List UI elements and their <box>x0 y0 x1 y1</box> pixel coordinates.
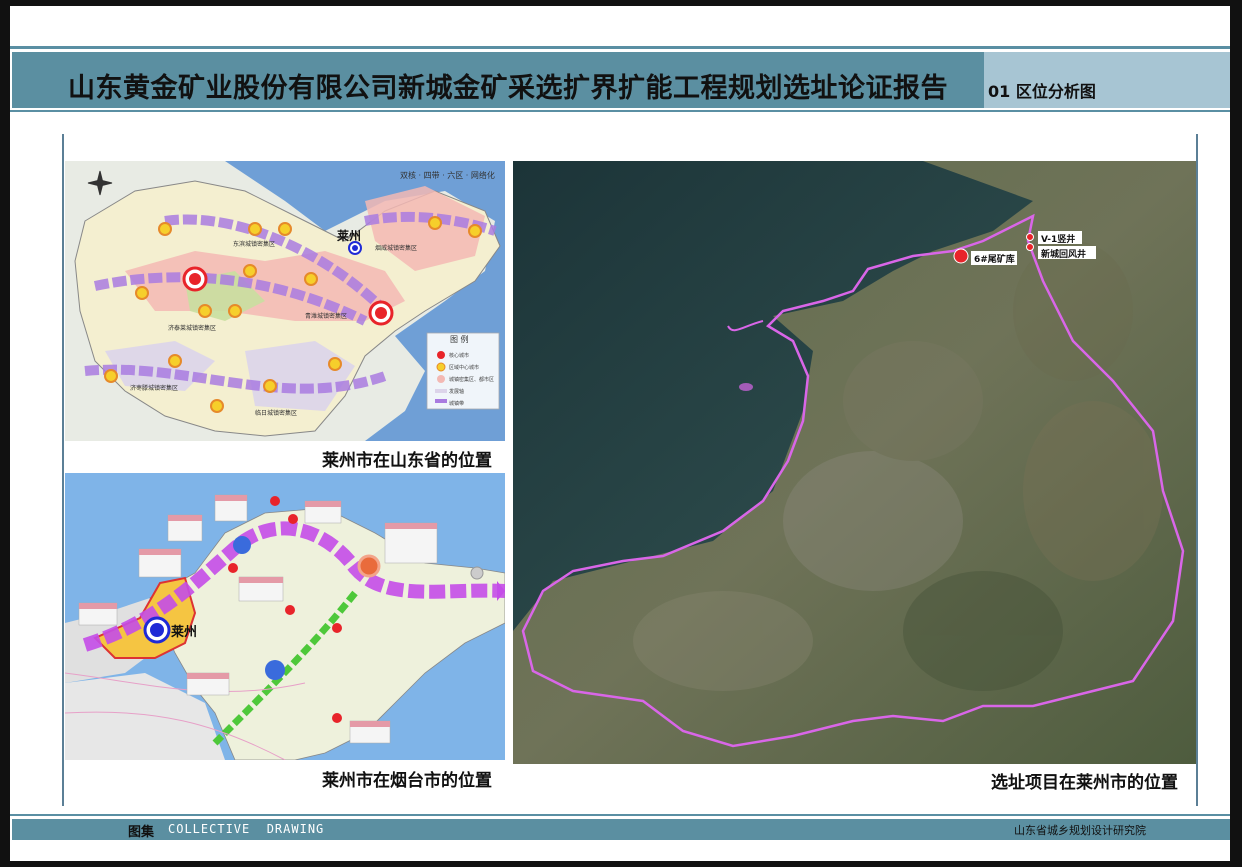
region-label: 青潍城镇密集区 <box>305 313 348 320</box>
satellite-graphic <box>513 161 1196 764</box>
laizhou-satellite-map: 6#尾矿库 V-1竖井 新城回风井 <box>513 161 1196 764</box>
legend-item: 核心城市 <box>449 353 470 359</box>
header-bottom-rule <box>10 110 1230 112</box>
footer-english: COLLECTIVE DRAWING <box>168 822 325 836</box>
legend-item: 城镇带 <box>449 401 465 407</box>
drawing-sheet: 山东黄金矿业股份有限公司新城金矿采选扩界扩能工程规划选址论证报告 01 区位分析… <box>10 6 1230 861</box>
map1-caption: 莱州市在山东省的位置 <box>322 451 492 471</box>
right-frame-line <box>1196 134 1198 806</box>
legend-item: 城镇密集区、都市区 <box>449 377 495 383</box>
footer-label: 图集 <box>128 825 155 840</box>
yantai-map-graphic <box>65 473 505 760</box>
map1-legend-title: 图 例 <box>450 335 469 344</box>
region-label: 烟威城镇密集区 <box>375 245 418 252</box>
legend-item: 发展轴 <box>449 389 465 395</box>
region-label: 东滨城镇密集区 <box>233 241 276 248</box>
map1-laizhou-label: 莱州 <box>337 229 362 243</box>
map2-caption: 莱州市在烟台市的位置 <box>322 771 492 791</box>
legend-item: 区域中心城市 <box>449 365 480 371</box>
header-top-rule <box>10 46 1230 49</box>
region-label: 济泰莱城镇密集区 <box>168 325 217 332</box>
tailings-pond-label: 6#尾矿库 <box>974 255 1015 265</box>
shandong-map-graphic <box>65 161 505 441</box>
map1-legend-items: 核心城市 区域中心城市 城镇密集区、都市区 发展轴 城镇带 <box>449 350 494 410</box>
map2-laizhou-label: 莱州 <box>171 625 198 640</box>
shaft-label: V-1竖井 <box>1041 235 1076 245</box>
page-subtitle: 01 区位分析图 <box>988 82 1096 101</box>
return-air-shaft-label: 新城回风井 <box>1041 250 1087 260</box>
map3-caption: 选址项目在莱州市的位置 <box>991 773 1178 793</box>
shandong-map: 双核 · 四带 · 六区 · 网络化 莱州 图 例 核心城市 区域中心城市 城镇… <box>65 161 505 441</box>
footer-top-rule <box>10 814 1230 816</box>
yantai-map: 莱州 <box>65 473 505 760</box>
region-label: 临日城镇密集区 <box>255 410 298 417</box>
page-title: 山东黄金矿业股份有限公司新城金矿采选扩界扩能工程规划选址论证报告 <box>68 73 948 104</box>
map1-strategy-text: 双核 · 四带 · 六区 · 网络化 <box>400 171 495 180</box>
footer-organization: 山东省城乡规划设计研究院 <box>1014 824 1146 837</box>
region-label: 济枣滕城镇密集区 <box>130 385 179 392</box>
left-frame-line <box>62 134 64 806</box>
